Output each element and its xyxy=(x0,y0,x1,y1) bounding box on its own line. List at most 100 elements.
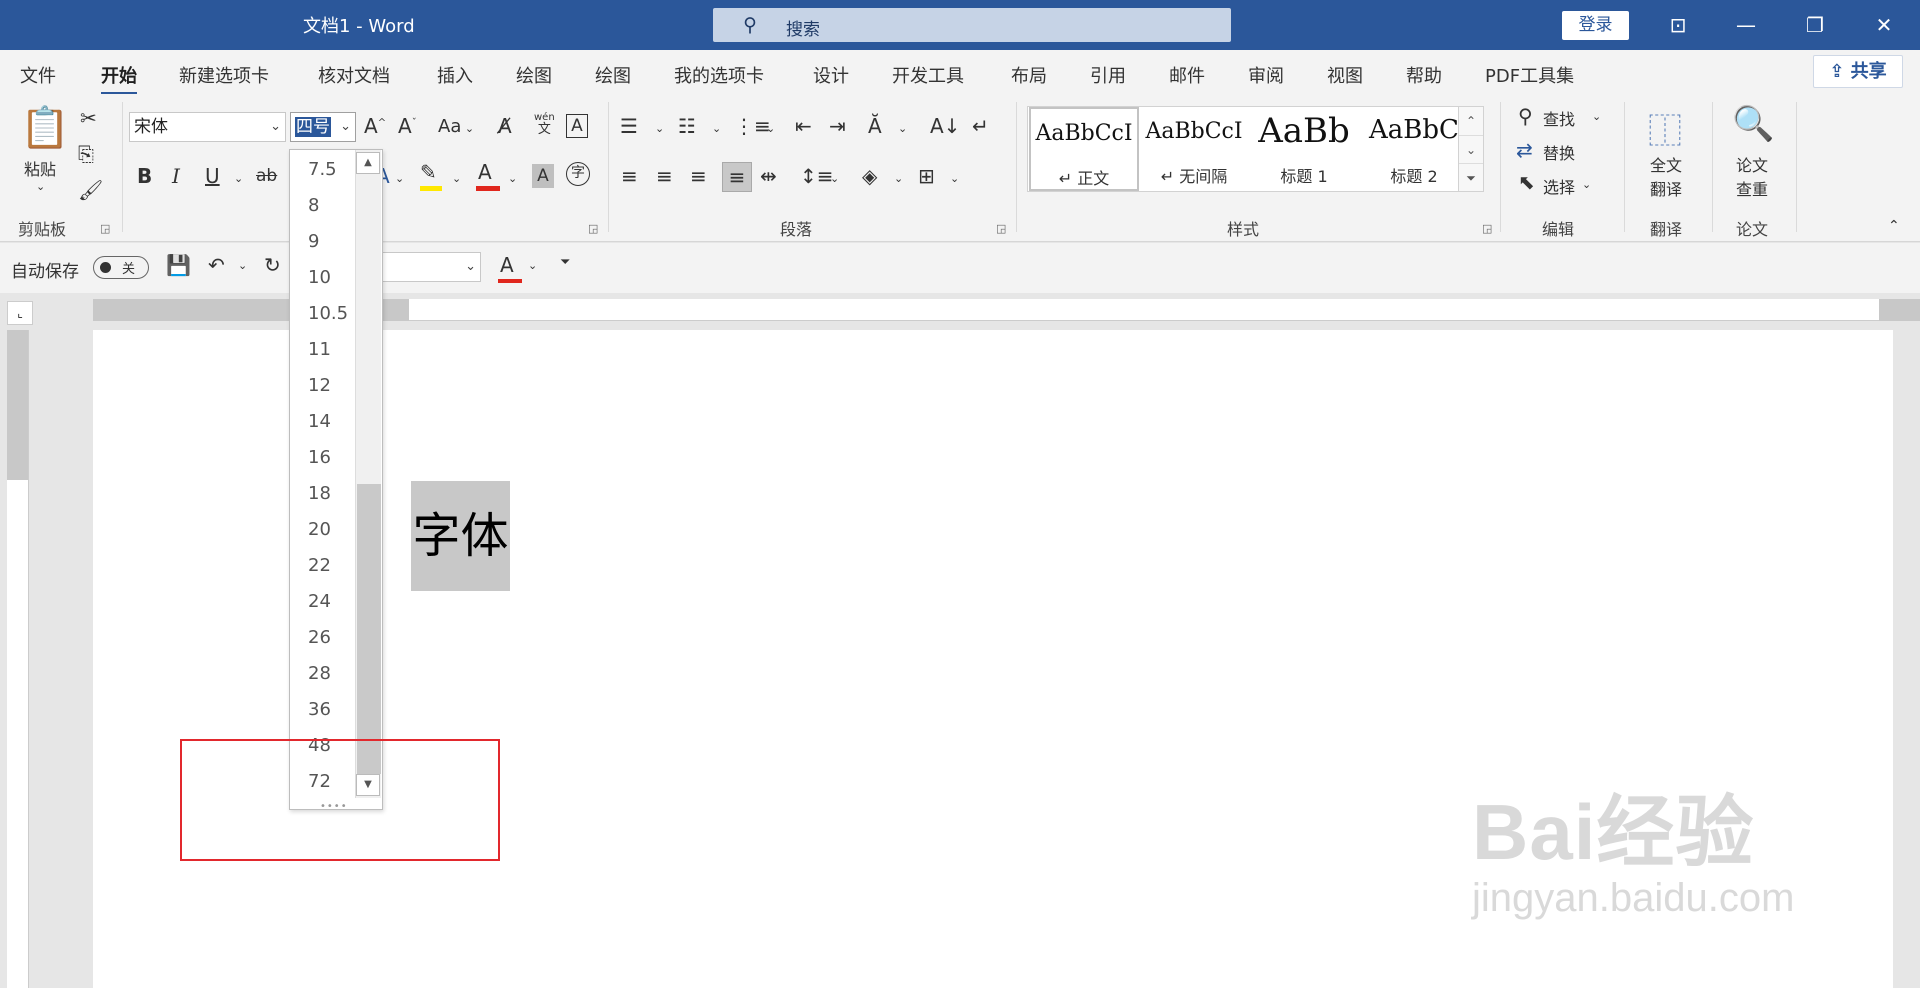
font-color-icon[interactable]: A xyxy=(478,160,492,184)
translate-label-2[interactable]: 翻译 xyxy=(1650,176,1682,200)
shading-dropdown-icon[interactable]: ⌄ xyxy=(894,172,903,185)
text-direction-dropdown-icon[interactable]: ⌄ xyxy=(898,122,907,135)
redo-icon[interactable]: ↻ xyxy=(264,253,281,277)
more-styles-icon[interactable]: ⏷ xyxy=(1459,163,1483,191)
tab-references[interactable]: 引用 xyxy=(1090,62,1126,88)
italic-icon[interactable]: I xyxy=(172,164,180,188)
autosave-toggle[interactable]: 关 xyxy=(93,256,149,279)
select-icon[interactable]: ⬉ xyxy=(1518,170,1535,194)
enclose-characters-icon[interactable]: 字 xyxy=(566,162,590,186)
phonetic-guide-icon[interactable]: wén 文 xyxy=(534,112,555,137)
bullets-dropdown-icon[interactable]: ⌄ xyxy=(655,122,664,135)
vertical-ruler[interactable] xyxy=(7,330,29,988)
clear-formatting-icon[interactable]: A̸ xyxy=(498,114,512,138)
style-item-no-spacing[interactable]: AaBbCcI ↵ 无间隔 xyxy=(1139,107,1249,191)
tab-help[interactable]: 帮助 xyxy=(1406,62,1442,88)
font-size-option[interactable]: 14 xyxy=(308,411,331,432)
qat-font-color-icon[interactable]: A xyxy=(500,253,514,277)
scroll-up-icon[interactable]: ▲ xyxy=(356,152,380,174)
grow-font-icon[interactable]: A^ xyxy=(364,114,386,138)
numbering-dropdown-icon[interactable]: ⌄ xyxy=(712,122,721,135)
undo-dropdown-icon[interactable]: ⌄ xyxy=(238,259,247,272)
tab-insert[interactable]: 插入 xyxy=(437,62,473,88)
multilevel-dropdown-icon[interactable]: ⌄ xyxy=(766,122,775,135)
styles-scrollbar[interactable]: ⌃ ⌄ ⏷ xyxy=(1458,106,1484,192)
character-border-icon[interactable]: A xyxy=(566,114,588,138)
align-center-icon[interactable]: ≡ xyxy=(656,164,673,188)
qat-font-color-dropdown-icon[interactable]: ⌄ xyxy=(528,259,537,272)
select-dropdown-icon[interactable]: ⌄ xyxy=(1582,178,1591,191)
font-size-option[interactable]: 36 xyxy=(308,699,331,720)
tab-my-tab[interactable]: 我的选项卡 xyxy=(674,62,764,88)
tab-mailings[interactable]: 邮件 xyxy=(1169,62,1205,88)
font-size-option[interactable]: 16 xyxy=(308,447,331,468)
distributed-icon[interactable]: ⇹ xyxy=(760,164,777,188)
font-size-option[interactable]: 22 xyxy=(308,555,331,576)
replace-icon[interactable]: ⇄ xyxy=(1516,138,1533,162)
tab-check-document[interactable]: 核对文档 xyxy=(318,62,390,88)
character-shading-icon[interactable]: A xyxy=(532,164,554,188)
paper-check-label-2[interactable]: 查重 xyxy=(1736,176,1768,200)
find-label[interactable]: 查找 xyxy=(1543,106,1575,130)
qat-font-combo[interactable]: ⌄ xyxy=(370,252,481,282)
font-color-dropdown-icon[interactable]: ⌄ xyxy=(508,172,517,185)
ribbon-display-options-icon[interactable]: ⊡ xyxy=(1663,10,1693,40)
tab-new-tab[interactable]: 新建选项卡 xyxy=(179,62,269,88)
align-right-icon[interactable]: ≡ xyxy=(690,164,707,188)
font-size-option[interactable]: 9 xyxy=(308,231,319,252)
font-size-option[interactable]: 8 xyxy=(308,195,319,216)
save-icon[interactable]: 💾 xyxy=(166,253,191,277)
styles-launcher-icon[interactable]: ◲ xyxy=(1482,222,1492,235)
replace-label[interactable]: 替换 xyxy=(1543,140,1575,164)
collapse-ribbon-icon[interactable]: ⌃ xyxy=(1888,218,1900,234)
tab-draw-1[interactable]: 绘图 xyxy=(516,62,552,88)
undo-icon[interactable]: ↶ xyxy=(208,253,225,277)
select-label[interactable]: 选择 xyxy=(1543,174,1575,198)
strikethrough-icon[interactable]: ab xyxy=(256,166,277,186)
chevron-down-icon[interactable]: ⌄ xyxy=(465,253,476,281)
justify-icon[interactable]: ≡ xyxy=(722,162,752,192)
tab-review[interactable]: 审阅 xyxy=(1248,62,1284,88)
tab-draw-2[interactable]: 绘图 xyxy=(595,62,631,88)
paste-label[interactable]: 粘贴 xyxy=(24,156,56,180)
numbering-icon[interactable]: ☷ xyxy=(678,114,696,138)
font-size-option[interactable]: 20 xyxy=(308,519,331,540)
tab-design[interactable]: 设计 xyxy=(813,62,849,88)
share-button[interactable]: ⇪ 共享 xyxy=(1813,55,1903,88)
dropdown-scrollbar[interactable]: ▲ ▼ xyxy=(355,150,381,798)
line-spacing-icon[interactable]: ↕≡ xyxy=(800,164,834,188)
close-button[interactable]: ✕ xyxy=(1869,10,1899,40)
sort-icon[interactable]: A↓ xyxy=(930,114,960,138)
decrease-indent-icon[interactable]: ⇤ xyxy=(795,114,812,138)
tab-developer[interactable]: 开发工具 xyxy=(892,62,964,88)
text-direction-icon[interactable]: Ӑ xyxy=(868,114,882,138)
search-box[interactable]: ⚲ 搜索 xyxy=(713,8,1231,42)
tab-view[interactable]: 视图 xyxy=(1327,62,1363,88)
font-name-combo[interactable]: 宋体 ⌄ xyxy=(129,112,286,142)
minimize-button[interactable]: — xyxy=(1731,10,1761,40)
tab-home[interactable]: 开始 xyxy=(101,62,137,95)
font-launcher-icon[interactable]: ◲ xyxy=(588,222,598,235)
find-dropdown-icon[interactable]: ⌄ xyxy=(1592,110,1601,123)
font-size-option[interactable]: 7.5 xyxy=(308,159,337,180)
font-size-option[interactable]: 10.5 xyxy=(308,303,348,324)
font-size-option[interactable]: 24 xyxy=(308,591,331,612)
text-effects-dropdown-icon[interactable]: ⌄ xyxy=(395,172,404,185)
change-case-icon[interactable]: Aa ⌄ xyxy=(438,116,474,137)
format-painter-icon[interactable]: 🖌 xyxy=(78,178,103,202)
customize-qat-icon[interactable]: ⏷ xyxy=(560,255,570,270)
scrollbar-thumb[interactable] xyxy=(357,484,381,774)
copy-icon[interactable]: ⎘ xyxy=(78,142,94,166)
show-marks-icon[interactable]: ↵ xyxy=(972,114,989,138)
paper-check-icon[interactable]: 🔍 xyxy=(1732,104,1774,144)
underline-dropdown-icon[interactable]: ⌄ xyxy=(234,172,243,185)
scroll-down-icon[interactable]: ⌄ xyxy=(1459,135,1483,163)
underline-icon[interactable]: U xyxy=(205,164,220,188)
borders-icon[interactable]: ⊞ xyxy=(918,164,935,188)
tab-pdf-tools[interactable]: PDF工具集 xyxy=(1485,62,1574,88)
scroll-up-icon[interactable]: ⌃ xyxy=(1459,107,1483,135)
shading-icon[interactable]: ◈ xyxy=(862,164,877,188)
font-size-option[interactable]: 18 xyxy=(308,483,331,504)
style-item-normal[interactable]: AaBbCcI ↵ 正文 xyxy=(1029,107,1139,191)
tab-selector-icon[interactable]: ⌞ xyxy=(7,301,33,325)
